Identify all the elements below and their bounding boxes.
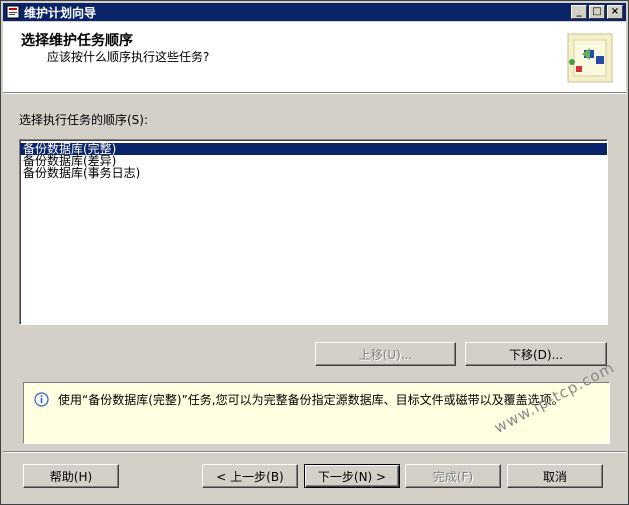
wizard-header: 选择维护任务顺序 应该按什么顺序执行这些任务? bbox=[3, 22, 626, 93]
next-button[interactable]: 下一步(N) > bbox=[304, 464, 400, 488]
task-order-label: 选择执行任务的顺序(S): bbox=[19, 113, 149, 127]
page-title: 选择维护任务顺序 bbox=[21, 33, 133, 49]
finish-button[interactable]: 完成(F) bbox=[405, 464, 501, 488]
back-button[interactable]: < 上一步(B) bbox=[202, 464, 298, 488]
title-bar[interactable]: 维护计划向导 _ □ × bbox=[3, 3, 626, 21]
minimize-button[interactable]: _ bbox=[571, 5, 587, 19]
wizard-window: 维护计划向导 _ □ × 选择维护任务顺序 应该按什么顺序执行这些任务? 选择执… bbox=[0, 0, 629, 505]
cancel-button[interactable]: 取消 bbox=[507, 464, 603, 488]
move-up-button[interactable]: 上移(U)... bbox=[315, 342, 456, 366]
window-title: 维护计划向导 bbox=[24, 5, 97, 20]
help-button[interactable]: 帮助(H) bbox=[23, 464, 119, 488]
move-down-button[interactable]: 下移(D)... bbox=[465, 342, 607, 366]
app-icon bbox=[6, 5, 20, 19]
list-item[interactable]: 备份数据库(事务日志) bbox=[20, 167, 607, 179]
info-text: 使用“备份数据库(完整)”任务,您可以为完整备份指定源数据库、目标文件或磁带以及… bbox=[58, 393, 564, 407]
footer-divider-highlight bbox=[3, 452, 626, 453]
maximize-button[interactable]: □ bbox=[589, 5, 605, 19]
page-subtitle: 应该按什么顺序执行这些任务? bbox=[47, 50, 210, 64]
header-divider bbox=[3, 93, 626, 94]
close-button[interactable]: × bbox=[607, 5, 623, 19]
task-order-list[interactable]: 备份数据库(完整) 备份数据库(差异) 备份数据库(事务日志) bbox=[19, 139, 608, 325]
wizard-graphic-icon bbox=[562, 26, 620, 88]
info-icon bbox=[34, 392, 49, 407]
